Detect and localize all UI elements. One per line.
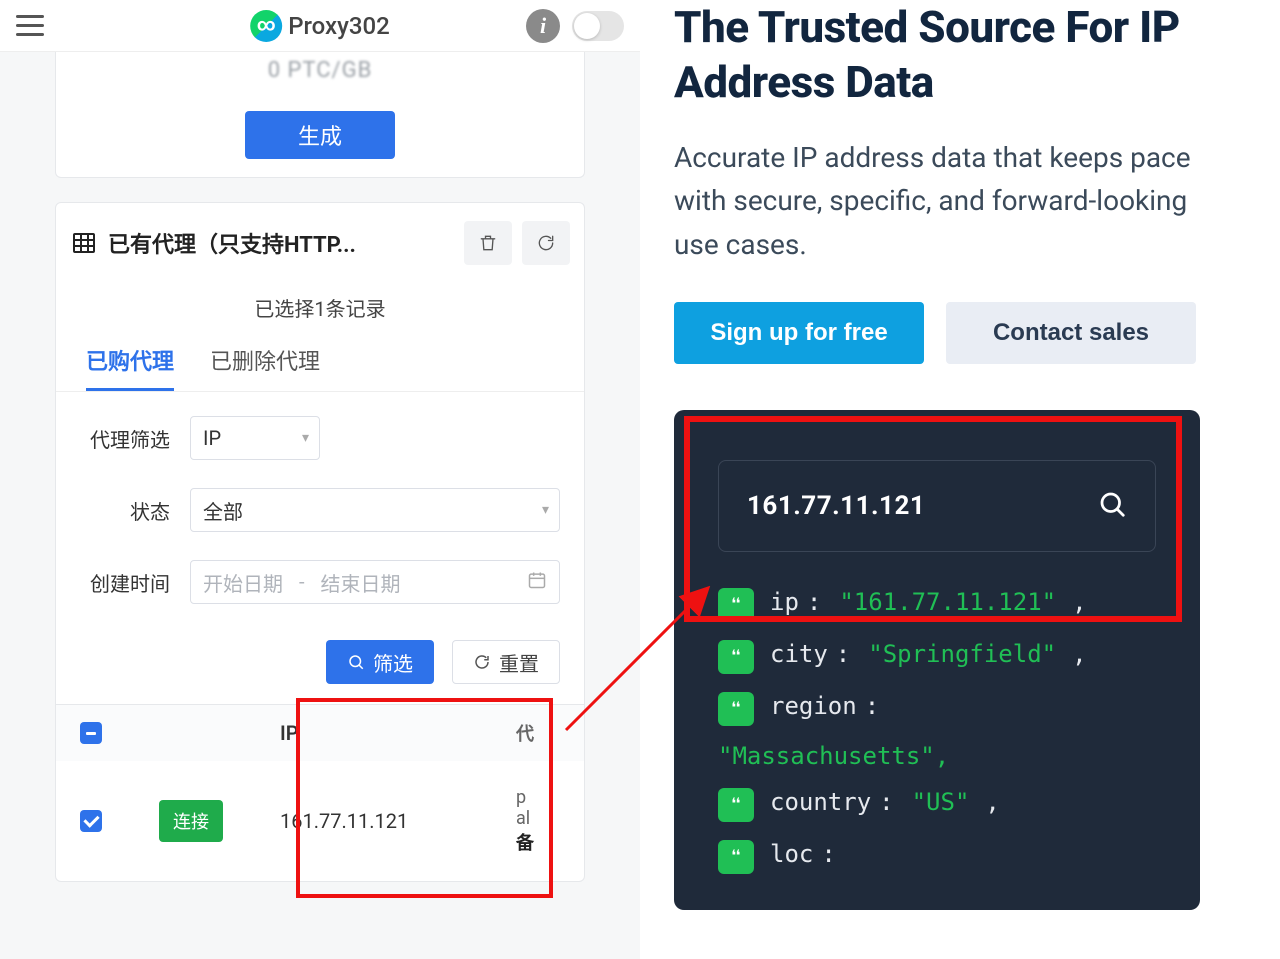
connect-badge[interactable]: 连接: [159, 800, 223, 842]
select-all-checkbox[interactable]: [80, 722, 102, 744]
kv-colon: :: [865, 692, 879, 720]
status-label: 状态: [80, 496, 170, 525]
cta-row: Sign up for free Contact sales: [674, 302, 1280, 364]
page-title: The Trusted Source For IP Address Data: [674, 0, 1280, 110]
date-separator: -: [291, 570, 313, 594]
app-header: Proxy302 i: [0, 0, 640, 52]
table-icon: [70, 231, 98, 255]
ip-lookup-terminal: 161.77.11.121 ❝ip:"161.77.11.121",❝city:…: [674, 410, 1200, 910]
proxies-card-title: 已有代理（只支持HTTP...: [108, 227, 454, 259]
proxy-filter-label: 代理筛选: [80, 424, 170, 453]
kv-key: loc: [770, 840, 813, 868]
kv-key: city: [770, 640, 828, 668]
kv-row: ❝ country: "US",: [718, 788, 1156, 822]
kv-comma: ,: [1072, 640, 1086, 668]
kv-row: ❝ loc:: [718, 840, 1156, 874]
kv-row: ❝ region: "Massachusetts",: [718, 692, 1156, 770]
kv-row: ❝ city: "Springfield",: [718, 640, 1156, 674]
delete-button[interactable]: [464, 221, 512, 265]
filter-block: 代理筛选 IP ▾ 状态 全部 ▾ 创建时间 开始日期 - 结束日期: [56, 392, 584, 640]
proxy302-app: Proxy302 i 0 PTC/GB 生成 已有代理（只支持HTTP... 已…: [0, 0, 640, 959]
menu-icon[interactable]: [16, 6, 56, 46]
quote-icon: ❝: [718, 788, 754, 822]
ipinfo-panel: The Trusted Source For IP Address Data A…: [640, 0, 1280, 959]
kv-key: region: [770, 692, 857, 720]
price-text: 0 PTC/GB: [56, 52, 584, 83]
reset-button-label: 重置: [499, 648, 539, 677]
kv-value: "Springfield": [868, 640, 1056, 668]
generate-card: 0 PTC/GB 生成: [55, 52, 585, 178]
generate-button[interactable]: 生成: [245, 111, 395, 159]
kv-value: "US": [912, 788, 970, 816]
info-icon[interactable]: i: [526, 9, 560, 43]
status-select[interactable]: 全部 ▾: [190, 488, 560, 532]
tab-deleted[interactable]: 已删除代理: [210, 338, 320, 391]
highlight-box-search: [684, 416, 1182, 622]
contact-sales-button[interactable]: Contact sales: [946, 302, 1196, 364]
selected-count-text: 已选择1条记录: [56, 283, 584, 338]
row-checkbox[interactable]: [80, 810, 102, 832]
page-subtitle: Accurate IP address data that keeps pace…: [674, 136, 1214, 266]
kv-key: country: [770, 788, 871, 816]
chevron-down-icon: ▾: [302, 430, 309, 446]
refresh-button[interactable]: [522, 221, 570, 265]
ip-result-list: ❝ip:"161.77.11.121",❝city:"Springfield",…: [704, 588, 1170, 874]
calendar-icon: [527, 570, 547, 595]
brand-text: Proxy302: [288, 12, 390, 40]
theme-toggle[interactable]: [572, 11, 624, 41]
kv-colon: :: [879, 788, 893, 816]
status-value: 全部: [203, 496, 243, 525]
filter-button-label: 筛选: [373, 648, 413, 677]
proxy-filter-value: IP: [203, 426, 221, 450]
end-date-placeholder: 结束日期: [321, 568, 401, 597]
tab-purchased[interactable]: 已购代理: [86, 338, 174, 391]
quote-icon: ❝: [718, 840, 754, 874]
kv-colon: :: [836, 640, 850, 668]
created-label: 创建时间: [80, 568, 170, 597]
proxy-filter-select[interactable]: IP ▾: [190, 416, 320, 460]
date-range-picker[interactable]: 开始日期 - 结束日期: [190, 560, 560, 604]
chevron-down-icon: ▾: [542, 502, 549, 518]
start-date-placeholder: 开始日期: [203, 568, 283, 597]
quote-icon: ❝: [718, 640, 754, 674]
quote-icon: ❝: [718, 692, 754, 726]
kv-comma: ,: [985, 788, 999, 816]
reset-button[interactable]: 重置: [452, 640, 560, 684]
kv-value: "Massachusetts",: [718, 742, 1156, 770]
kv-colon: :: [821, 840, 835, 868]
brand-logo-icon: [250, 10, 282, 42]
brand: Proxy302: [250, 10, 390, 42]
filter-actions: 筛选 重置: [56, 640, 584, 704]
filter-button[interactable]: 筛选: [326, 640, 434, 684]
proxies-card-header: 已有代理（只支持HTTP...: [56, 203, 584, 283]
highlight-box-ip-cell: [296, 698, 553, 898]
signup-button[interactable]: Sign up for free: [674, 302, 924, 364]
proxy-tabs: 已购代理 已删除代理: [56, 338, 584, 392]
